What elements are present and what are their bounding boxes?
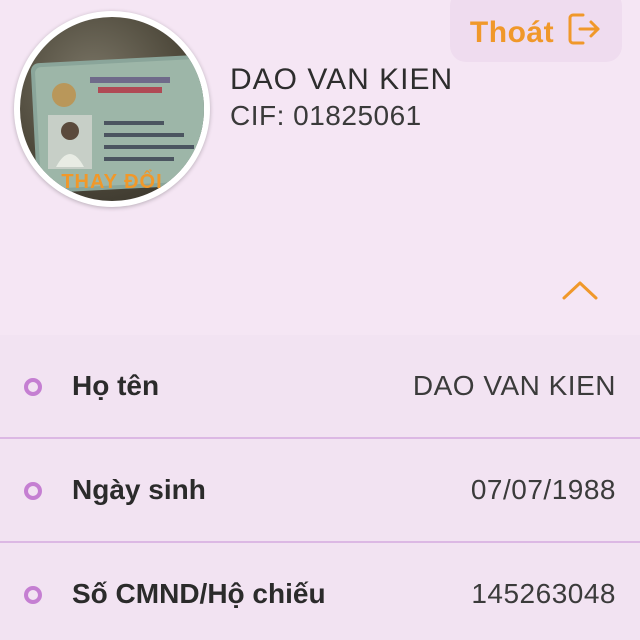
user-name: DAO VAN KIEN — [230, 63, 454, 96]
logout-label: Thoát — [469, 16, 555, 49]
logout-button[interactable]: Thoát — [450, 0, 622, 62]
bullet-icon — [24, 378, 42, 396]
detail-row-full-name: Họ tên DAO VAN KIEN — [0, 335, 640, 439]
profile-header: Thoát THAY ĐỔI DAO VAN KIEN CIF: 0182506… — [0, 0, 640, 335]
bullet-icon — [24, 482, 42, 500]
collapse-button[interactable] — [558, 272, 602, 308]
detail-value: DAO VAN KIEN — [412, 370, 616, 401]
user-cif: CIF: 01825061 — [230, 100, 422, 131]
detail-row-id-number: Số CMND/Hộ chiếu 145263048 — [0, 543, 640, 640]
avatar-change-label[interactable]: THAY ĐỔI — [14, 171, 210, 194]
detail-value: 07/07/1988 — [470, 474, 616, 505]
logout-icon — [566, 11, 602, 52]
avatar[interactable]: THAY ĐỔI — [14, 11, 210, 207]
bullet-icon — [24, 586, 42, 604]
detail-row-birth-date: Ngày sinh 07/07/1988 — [0, 439, 640, 543]
profile-details: Họ tên DAO VAN KIEN Ngày sinh 07/07/1988… — [0, 335, 640, 640]
detail-label: Ngày sinh — [72, 474, 206, 505]
detail-label: Số CMND/Hộ chiếu — [72, 578, 326, 609]
detail-value: 145263048 — [471, 578, 616, 609]
detail-label: Họ tên — [72, 370, 160, 401]
chevron-up-icon — [562, 281, 598, 300]
